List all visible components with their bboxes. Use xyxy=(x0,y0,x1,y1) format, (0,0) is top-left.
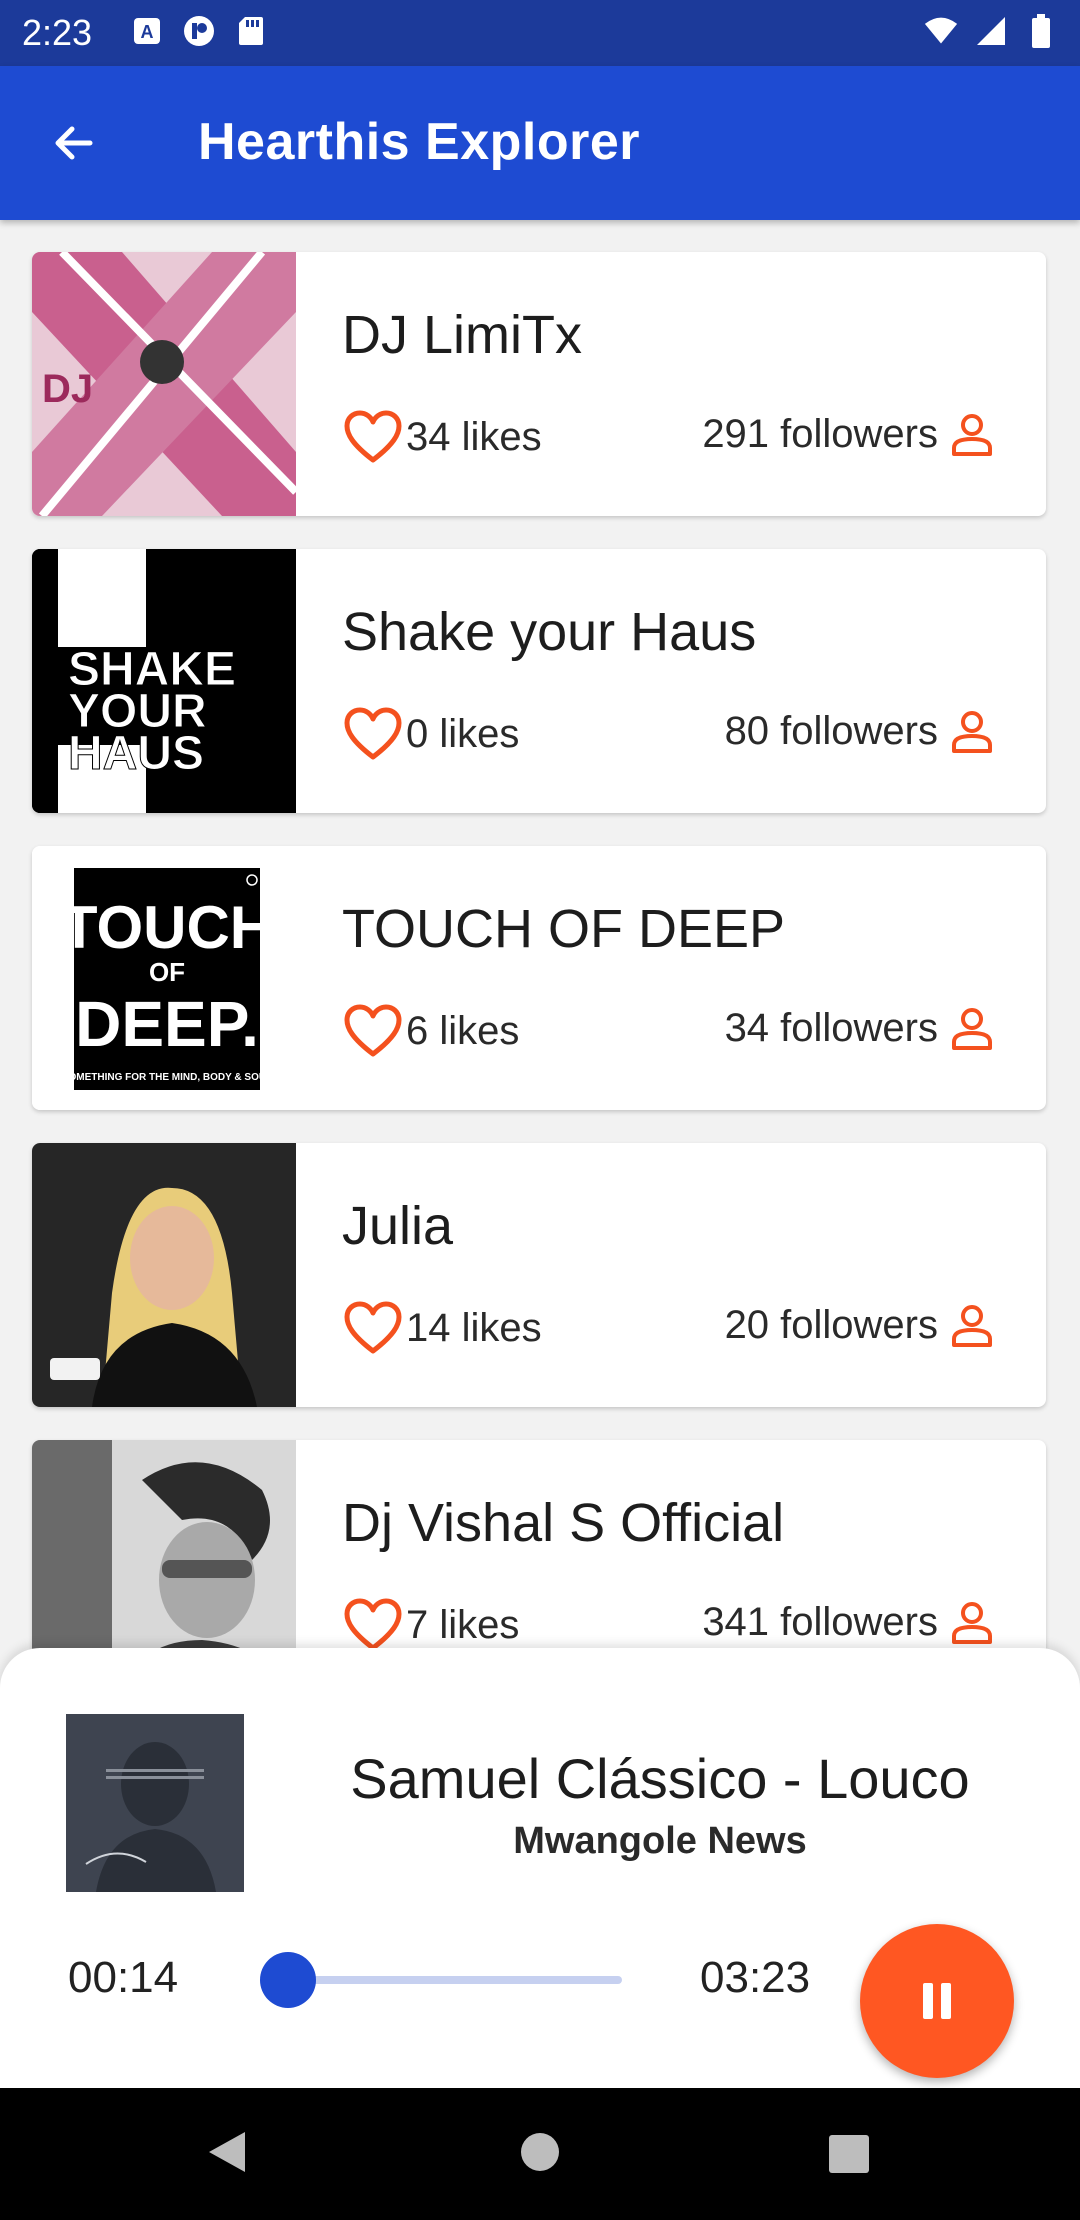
battery-icon xyxy=(1024,14,1058,48)
artist-thumbnail: DJ xyxy=(32,252,296,516)
likes-count: 7 likes xyxy=(406,1602,520,1647)
likes-group[interactable]: 34 likes xyxy=(344,410,542,464)
home-circle-icon[interactable] xyxy=(520,2132,560,2177)
pause-button[interactable] xyxy=(860,1924,1014,2078)
person-icon xyxy=(952,1008,992,1050)
followers-count: 80 followers xyxy=(724,708,938,753)
likes-group[interactable]: 0 likes xyxy=(344,707,519,761)
followers-group[interactable]: 80 followers xyxy=(725,707,996,755)
heart-icon xyxy=(344,707,402,760)
artist-name: Julia xyxy=(342,1196,454,1256)
likes-count: 6 likes xyxy=(406,1008,520,1053)
seek-thumb[interactable] xyxy=(260,1952,316,2008)
logo-tagline: SOMETHING FOR THE MIND, BODY & SOUL xyxy=(62,1072,272,1083)
person-icon xyxy=(952,414,992,456)
followers-count: 34 followers xyxy=(724,1005,938,1050)
status-time: 2:23 xyxy=(22,12,93,53)
heart-icon xyxy=(344,1004,402,1057)
followers-count: 341 followers xyxy=(702,1599,938,1644)
artist-thumbnail: SHAKE YOUR HAUS xyxy=(32,549,296,813)
artist-card[interactable]: Julia 14 likes 20 followers xyxy=(32,1143,1046,1407)
now-playing-sheet[interactable]: Samuel Clássico - Louco Mwangole News 00… xyxy=(0,1648,1080,2088)
album-art xyxy=(66,1714,244,1892)
app-bar: Hearthis Explorer xyxy=(0,66,1080,220)
logo-text-line: DEEP. xyxy=(75,988,259,1060)
likes-group[interactable]: 7 likes xyxy=(344,1598,519,1652)
logo-text-line: HAUS xyxy=(68,727,204,780)
heart-icon xyxy=(344,1598,402,1651)
followers-group[interactable]: 20 followers xyxy=(725,1301,996,1349)
p-notification-icon xyxy=(182,14,216,48)
pause-icon xyxy=(923,1983,951,2019)
heart-icon xyxy=(344,1301,402,1354)
current-time: 00:14 xyxy=(68,1953,179,2002)
svg-text:DJ: DJ xyxy=(42,367,93,411)
status-bar: 2:23 A xyxy=(0,0,1080,66)
status-notification-icons: A xyxy=(130,14,268,48)
heart-icon xyxy=(344,410,402,463)
wifi-icon xyxy=(924,14,958,48)
logo-text-line: TOUCH xyxy=(61,894,273,961)
artist-card[interactable]: SHAKE YOUR HAUS Shake your Haus 0 likes … xyxy=(32,549,1046,813)
person-icon xyxy=(952,1305,992,1347)
artist-name: Dj Vishal S Official xyxy=(342,1493,785,1553)
artist-card[interactable]: TOUCH OF DEEP. SOMETHING FOR THE MIND, B… xyxy=(32,846,1046,1110)
artist-thumbnail xyxy=(32,1143,296,1407)
followers-group[interactable]: 34 followers xyxy=(725,1004,996,1052)
app-title: Hearthis Explorer xyxy=(198,113,640,171)
back-button[interactable] xyxy=(44,113,104,173)
svg-text:A: A xyxy=(141,22,154,42)
sd-card-icon xyxy=(234,14,268,48)
followers-count: 20 followers xyxy=(724,1302,938,1347)
arrow-left-icon xyxy=(55,126,93,160)
a-notification-icon: A xyxy=(130,14,164,48)
followers-group[interactable]: 341 followers xyxy=(702,1598,996,1646)
likes-group[interactable]: 6 likes xyxy=(344,1004,519,1058)
artist-card[interactable]: DJ DJ LimiTx 34 likes 291 followers xyxy=(32,252,1046,516)
artist-name: DJ LimiTx xyxy=(342,305,582,365)
artist-name: TOUCH OF DEEP xyxy=(342,899,786,959)
logo-text-line: OF xyxy=(149,957,185,987)
followers-group[interactable]: 291 followers xyxy=(702,410,996,458)
likes-count: 14 likes xyxy=(406,1305,542,1350)
signal-icon xyxy=(974,14,1008,48)
total-time: 03:23 xyxy=(700,1953,811,2002)
artist-thumbnail: TOUCH OF DEEP. SOMETHING FOR THE MIND, B… xyxy=(32,846,296,1110)
person-icon xyxy=(952,1602,992,1644)
likes-count: 0 likes xyxy=(406,711,520,756)
recents-square-icon[interactable] xyxy=(828,2134,870,2179)
track-artist: Mwangole News xyxy=(513,1820,807,1862)
artist-name: Shake your Haus xyxy=(342,602,757,662)
status-system-icons xyxy=(924,14,1058,48)
followers-count: 291 followers xyxy=(702,411,938,456)
person-icon xyxy=(952,711,992,753)
track-title: Samuel Clássico - Louco xyxy=(350,1747,970,1810)
likes-count: 34 likes xyxy=(406,414,542,459)
seek-bar[interactable] xyxy=(262,1976,622,1984)
system-nav-bar xyxy=(0,2088,1080,2220)
likes-group[interactable]: 14 likes xyxy=(344,1301,542,1355)
back-triangle-icon[interactable] xyxy=(205,2128,249,2181)
